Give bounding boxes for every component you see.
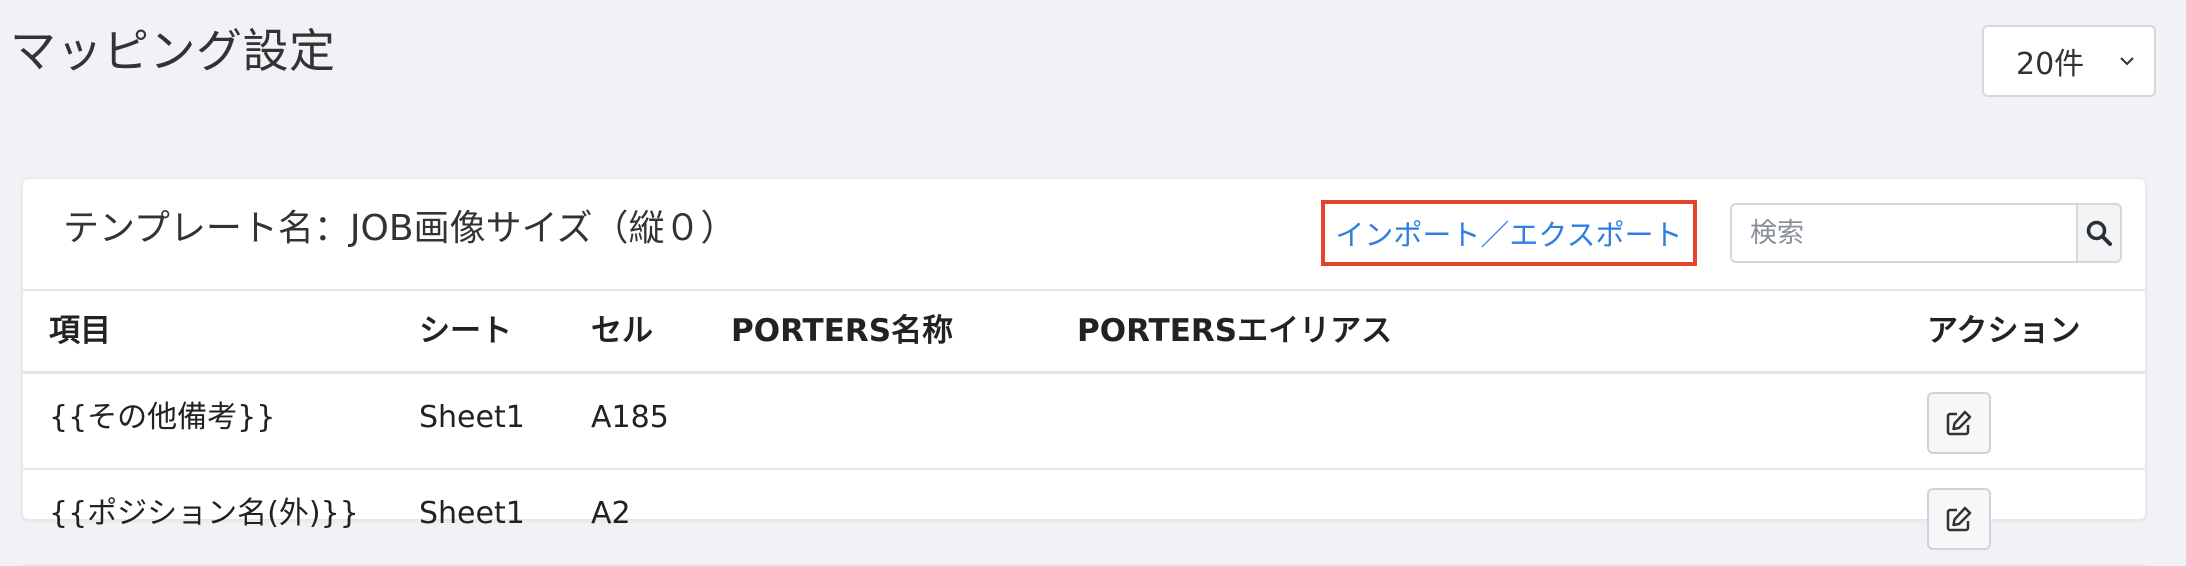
template-name: テンプレート名：JOB画像サイズ（縦０）	[63, 208, 737, 249]
import-export-link[interactable]: インポート／エクスポート	[1321, 200, 1697, 266]
search-input[interactable]	[1730, 203, 2076, 263]
row-cell: A2	[591, 496, 631, 531]
search-group	[1730, 203, 2122, 263]
edit-button[interactable]	[1927, 488, 1991, 550]
table-header-row: 項目 シート セル PORTERS名称 PORTERSエイリアス アクション	[23, 291, 2145, 374]
row-item: {{その他備考}}	[49, 400, 276, 435]
edit-button[interactable]	[1927, 392, 1991, 454]
column-header-item: 項目	[49, 313, 111, 349]
column-header-porters-name: PORTERS名称	[731, 313, 954, 349]
row-sheet: Sheet1	[419, 400, 525, 435]
column-header-action: アクション	[1927, 313, 2081, 349]
row-cell: A185	[591, 400, 669, 435]
table-row: {{ポジション名(外)}} Sheet1 A2	[23, 470, 2145, 566]
table-row: {{その他備考}} Sheet1 A185	[23, 374, 2145, 470]
search-button[interactable]	[2076, 203, 2122, 263]
column-header-cell: セル	[591, 313, 653, 349]
chevron-down-icon	[2120, 57, 2134, 66]
page-size-select[interactable]: 20件	[1982, 25, 2156, 97]
page-title: マッピング設定	[10, 24, 336, 78]
row-item: {{ポジション名(外)}}	[49, 496, 359, 531]
edit-icon	[1946, 506, 1972, 532]
card-header: テンプレート名：JOB画像サイズ（縦０） インポート／エクスポート	[23, 179, 2145, 291]
mapping-card: テンプレート名：JOB画像サイズ（縦０） インポート／エクスポート 項目 シート…	[22, 178, 2146, 566]
page-size-value: 20件	[2016, 47, 2085, 82]
search-icon	[2086, 220, 2112, 246]
column-header-sheet: シート	[419, 313, 512, 349]
edit-icon	[1946, 410, 1972, 436]
row-sheet: Sheet1	[419, 496, 525, 531]
column-header-porters-alias: PORTERSエイリアス	[1077, 313, 1393, 349]
mapping-table: 項目 シート セル PORTERS名称 PORTERSエイリアス アクション {…	[23, 291, 2145, 566]
